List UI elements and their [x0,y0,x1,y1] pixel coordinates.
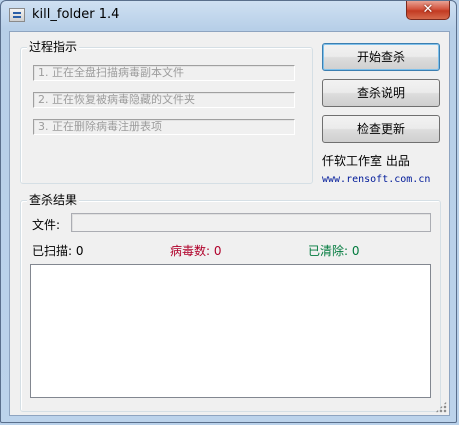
results-list[interactable] [30,264,431,398]
virus-label: 病毒数: [170,244,211,258]
website-url: www.rensoft.com.cn [322,174,431,185]
step-restore-folders: 2. 正在恢复被病毒隐藏的文件夹 [33,92,295,108]
app-window: kill_folder 1.4 ✕ 过程指示 1. 正在全盘扫描病毒副本文件 2… [0,0,457,423]
help-button[interactable]: 查杀说明 [322,79,440,107]
scanned-stat: 已扫描: 0 [32,242,84,259]
title-bar[interactable]: kill_folder 1.4 ✕ [1,1,456,29]
results-group-label: 查杀结果 [27,193,80,207]
scanned-label: 已扫描: [32,244,73,258]
client-area: 过程指示 1. 正在全盘扫描病毒副本文件 2. 正在恢复被病毒隐藏的文件夹 3.… [9,31,450,416]
check-update-button[interactable]: 检查更新 [322,115,440,143]
file-label: 文件: [32,218,61,232]
step-scan-copies: 1. 正在全盘扫描病毒副本文件 [33,65,295,81]
process-group-label: 过程指示 [27,40,80,54]
window-title: kill_folder 1.4 [32,7,120,22]
virus-stat: 病毒数: 0 [170,242,222,259]
scanned-count: 0 [75,244,84,258]
cleaned-label: 已清除: [308,244,349,258]
app-icon [9,8,25,22]
file-field [71,213,431,232]
virus-count: 0 [213,244,222,258]
close-icon: ✕ [422,2,434,17]
start-scan-button[interactable]: 开始查杀 [322,43,440,71]
close-button[interactable]: ✕ [406,1,450,20]
step-delete-registry: 3. 正在删除病毒注册表项 [33,119,295,135]
cleaned-stat: 已清除: 0 [308,242,360,259]
publisher-credit: 仟软工作室 出品 [322,154,410,168]
cleaned-count: 0 [351,244,360,258]
